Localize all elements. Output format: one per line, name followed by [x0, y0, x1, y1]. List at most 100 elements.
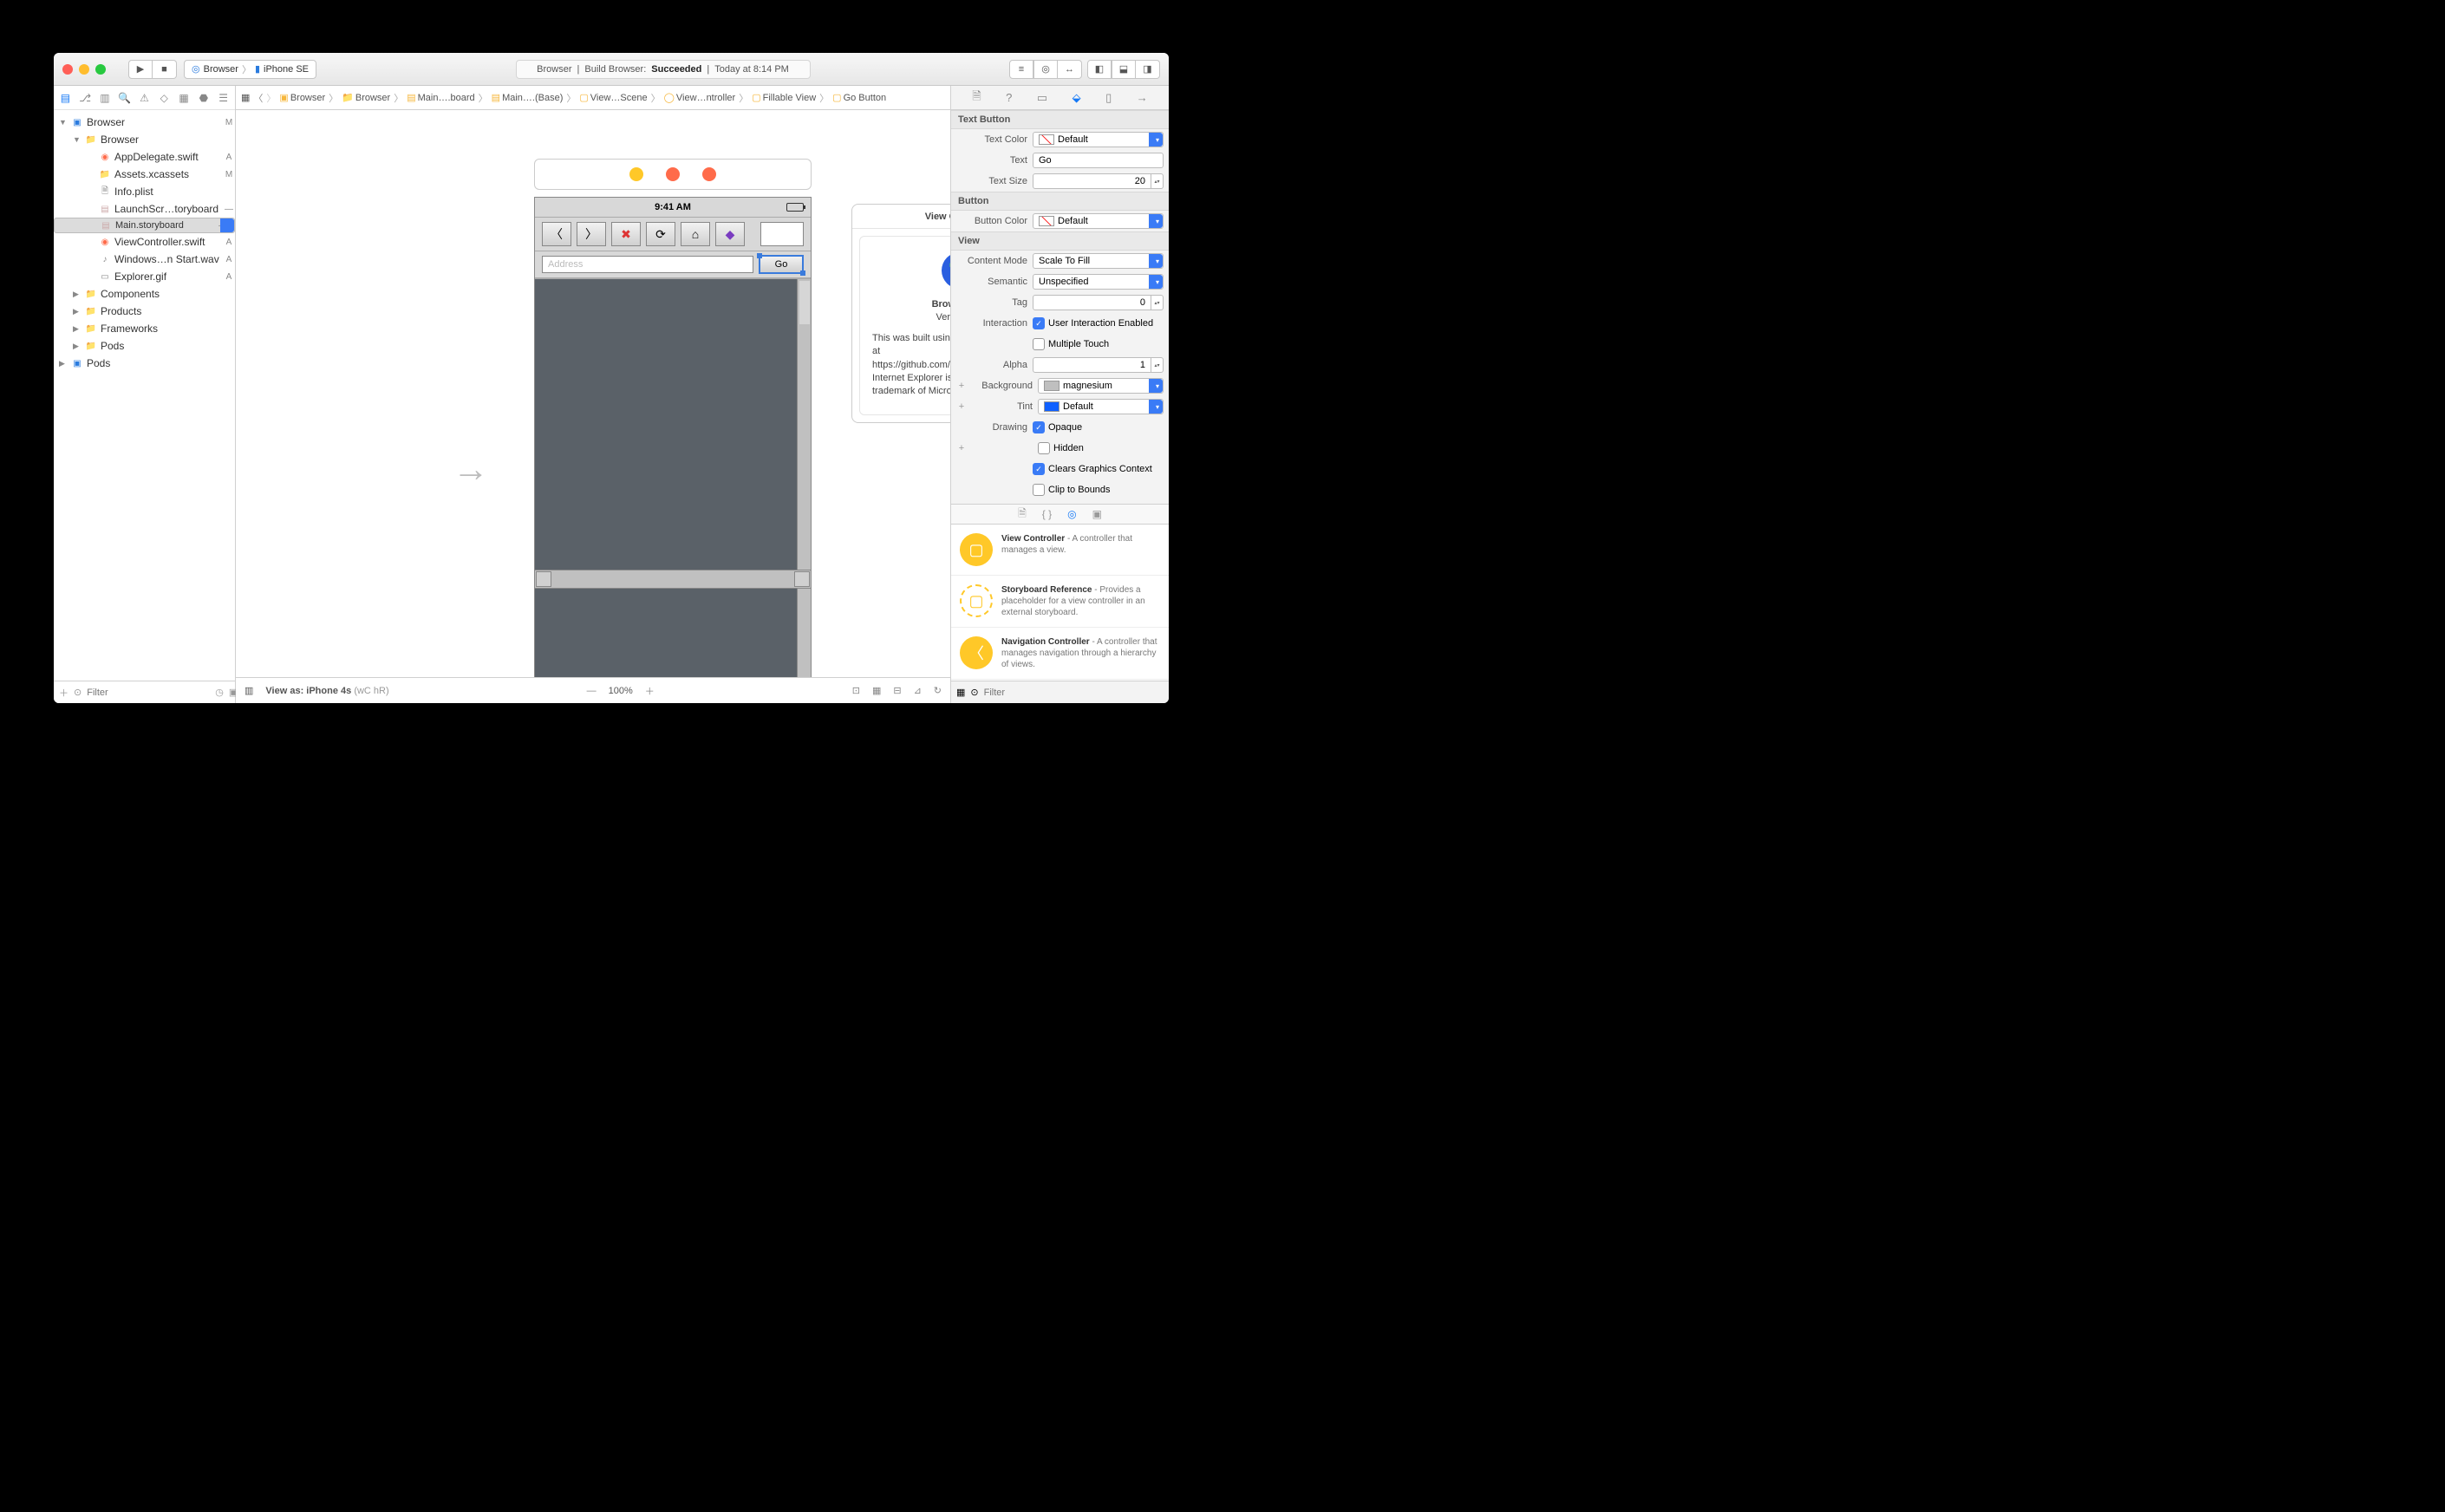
pin-icon[interactable]: ⊟ [893, 685, 901, 696]
jumpbar-item[interactable]: ▢Go Button [832, 92, 886, 103]
text-color-select[interactable]: Default▾ [1033, 132, 1164, 147]
close-icon[interactable] [62, 64, 73, 75]
scheme-selector[interactable]: ◎ Browser 〉 ▮ iPhone SE [184, 60, 316, 79]
project-navigator-icon[interactable]: ▤ [57, 92, 74, 104]
jumpbar-item[interactable]: ▤Main….board [407, 92, 474, 103]
tag-stepper[interactable]: 0▴▾ [1033, 295, 1164, 310]
editor-assistant-icon[interactable]: ◎ [1033, 60, 1058, 79]
embed-icon[interactable]: ⊡ [852, 685, 860, 696]
tree-row[interactable]: ▶📁Components [54, 285, 235, 303]
zoom-out-icon[interactable]: — [587, 686, 597, 696]
jumpbar-item[interactable]: ◯View…ntroller [664, 92, 736, 103]
tree-row[interactable]: ▶📁Products [54, 303, 235, 320]
connections-inspector-icon[interactable]: → [1137, 91, 1148, 104]
align-icon[interactable]: ▦ [872, 685, 881, 696]
zoom-in-icon[interactable]: ＋ [645, 684, 655, 698]
user-interaction-checkbox[interactable]: ✓ [1033, 317, 1045, 329]
tree-row[interactable]: ▶📁Frameworks [54, 320, 235, 337]
resolve-icon[interactable]: ⊿ [914, 685, 922, 696]
tree-row[interactable]: ♪Windows…n Start.wavA [54, 251, 235, 268]
ib-canvas[interactable]: → 9:41 AM 〈 〉 ✖ ⟳ ⌂ [236, 110, 950, 677]
add-icon[interactable]: ＋ [59, 686, 68, 700]
related-items-icon[interactable]: ▦ [241, 92, 250, 103]
scene-dock[interactable] [534, 159, 812, 190]
object-library-list[interactable]: ▢View Controller - A controller that man… [951, 525, 1169, 681]
jumpbar-item[interactable]: ▢View…Scene [579, 92, 647, 103]
report-navigator-icon[interactable]: ☰ [215, 92, 231, 104]
background-select[interactable]: magnesium▾ [1038, 378, 1164, 394]
file-tree[interactable]: ▼▣BrowserM▼📁Browser◉AppDelegate.swiftA📁A… [54, 110, 235, 681]
editor-version-icon[interactable]: ↔ [1058, 60, 1082, 79]
jumpbar-item[interactable]: ▤Main….(Base) [492, 92, 564, 103]
refresh-button[interactable]: ⟳ [646, 222, 675, 246]
code-snippet-icon[interactable]: { } [1042, 508, 1052, 520]
scrollbar[interactable] [797, 279, 811, 570]
stop-button[interactable]: ✖ [611, 222, 641, 246]
debug-navigator-icon[interactable]: ▦ [176, 92, 192, 104]
breakpoint-navigator-icon[interactable]: ⬣ [195, 92, 212, 104]
back-button[interactable]: 〈 [542, 222, 571, 246]
attributes-inspector-icon[interactable]: ⬙ [1073, 91, 1081, 105]
toggle-navigator-icon[interactable]: ◧ [1087, 60, 1112, 79]
tint-select[interactable]: Default▾ [1038, 399, 1164, 414]
tree-row[interactable]: 🗎Info.plist [54, 183, 235, 200]
toggle-inspector-icon[interactable]: ◨ [1136, 60, 1160, 79]
multiple-touch-checkbox[interactable] [1033, 338, 1045, 350]
back-icon[interactable]: 〈 [253, 91, 263, 105]
navigator-filter-input[interactable] [87, 688, 210, 698]
hidden-checkbox[interactable] [1038, 442, 1050, 454]
viewas-label[interactable]: View as: iPhone 4s [265, 686, 351, 696]
alpha-stepper[interactable]: 1▴▾ [1033, 357, 1164, 373]
find-navigator-icon[interactable]: 🔍 [116, 92, 133, 104]
file-inspector-icon[interactable]: 🗎 [972, 88, 981, 108]
tree-row[interactable]: 📁Assets.xcassetsM [54, 166, 235, 183]
jump-bar[interactable]: ▦ 〈 〉 ▣Browser〉📁Browser〉▤Main….board〉▤Ma… [236, 86, 950, 110]
tree-row[interactable]: ▼▣BrowserM [54, 114, 235, 131]
tree-row[interactable]: ▶📁Pods [54, 337, 235, 355]
jumpbar-item[interactable]: 📁Browser [342, 92, 390, 103]
clip-bounds-checkbox[interactable] [1033, 484, 1045, 496]
stop-button[interactable]: ■ [153, 60, 177, 79]
editor-standard-icon[interactable]: ≡ [1009, 60, 1033, 79]
object-library-icon[interactable]: ◎ [1067, 508, 1076, 520]
file-template-icon[interactable]: 🗎 [1018, 505, 1027, 524]
tree-row[interactable]: ▤Main.storyboard— [54, 218, 235, 233]
run-button[interactable]: ▶ [128, 60, 153, 79]
library-item[interactable]: ▢Storyboard Reference - Provides a place… [951, 576, 1169, 628]
forward-button[interactable]: 〉 [577, 222, 606, 246]
opaque-checkbox[interactable]: ✓ [1033, 421, 1045, 433]
home-button[interactable]: ⌂ [681, 222, 710, 246]
semantic-select[interactable]: Unspecified▾ [1033, 274, 1164, 290]
favorites-button[interactable]: ◆ [715, 222, 745, 246]
source-control-navigator-icon[interactable]: ⎇ [77, 92, 94, 104]
vc-icon[interactable] [629, 167, 643, 181]
tree-row[interactable]: ◉ViewController.swiftA [54, 233, 235, 251]
recent-icon[interactable]: ◷ [215, 687, 224, 698]
clears-graphics-checkbox[interactable]: ✓ [1033, 463, 1045, 475]
go-button[interactable]: Go [759, 255, 804, 274]
zoom-icon[interactable] [95, 64, 106, 75]
library-item[interactable]: 〈Navigation Controller - A controller th… [951, 628, 1169, 680]
grid-icon[interactable]: ▦ [956, 687, 965, 698]
tree-row[interactable]: ▭Explorer.gifA [54, 268, 235, 285]
jumpbar-item[interactable]: ▣Browser [279, 92, 325, 103]
library-item[interactable]: ▢View Controller - A controller that man… [951, 525, 1169, 576]
first-responder-icon[interactable] [666, 167, 680, 181]
tree-row[interactable]: ▤LaunchScr…toryboard— [54, 200, 235, 218]
jumpbar-item[interactable]: ▢Fillable View [752, 92, 816, 103]
tree-row[interactable]: ▼📁Browser [54, 131, 235, 148]
identity-inspector-icon[interactable]: ▭ [1037, 91, 1047, 105]
update-frames-icon[interactable]: ↻ [934, 685, 942, 696]
library-filter-input[interactable] [984, 688, 1164, 698]
toggle-debug-icon[interactable]: ⬓ [1112, 60, 1136, 79]
size-inspector-icon[interactable]: ▯ [1105, 91, 1112, 105]
test-navigator-icon[interactable]: ◇ [156, 92, 173, 104]
tree-row[interactable]: ◉AppDelegate.swiftA [54, 148, 235, 166]
forward-icon[interactable]: 〉 [266, 91, 276, 105]
text-size-stepper[interactable]: 20▴▾ [1033, 173, 1164, 189]
issue-navigator-icon[interactable]: ⚠ [136, 92, 153, 104]
tree-row[interactable]: ▶▣Pods [54, 355, 235, 372]
text-input[interactable]: Go [1033, 153, 1164, 168]
address-field[interactable]: Address [542, 256, 753, 273]
content-mode-select[interactable]: Scale To Fill▾ [1033, 253, 1164, 269]
